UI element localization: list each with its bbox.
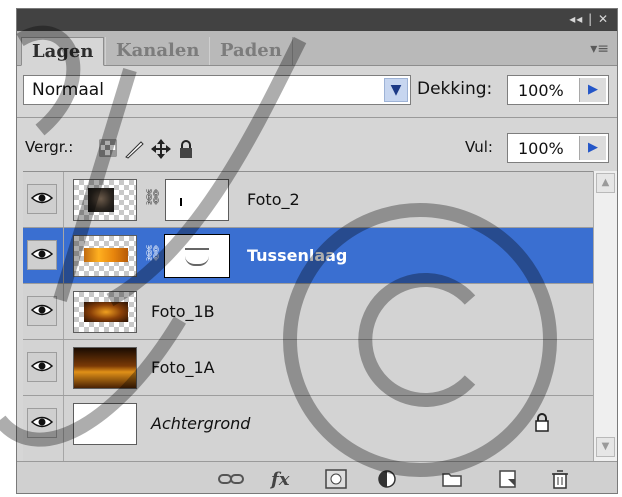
divider bbox=[63, 340, 64, 395]
lock-all-icon[interactable] bbox=[177, 139, 195, 159]
layer-thumbnail[interactable] bbox=[73, 347, 137, 389]
fire-thumbnail-image bbox=[84, 302, 128, 322]
layer-name[interactable]: Tussenlaag bbox=[247, 246, 347, 265]
divider bbox=[63, 172, 64, 227]
portrait-thumbnail-image bbox=[88, 188, 114, 212]
panel-menu-button[interactable]: ▾≡ bbox=[590, 41, 609, 57]
adjustment-layer-icon[interactable] bbox=[377, 469, 401, 489]
layers-scrollbar[interactable]: ▲ ▼ bbox=[593, 171, 617, 461]
visibility-eye-icon[interactable] bbox=[27, 184, 57, 214]
mask-mark bbox=[180, 198, 182, 206]
layer-thumbnail[interactable] bbox=[73, 403, 137, 445]
blend-mode-select[interactable]: Normaal ▼ bbox=[23, 75, 411, 105]
fill-value: 100% bbox=[518, 139, 564, 158]
opacity-field[interactable]: 100% ▶ bbox=[507, 75, 609, 105]
new-layer-icon[interactable] bbox=[497, 469, 519, 489]
layer-name[interactable]: Achtergrond bbox=[151, 414, 250, 433]
layer-mask-thumbnail[interactable] bbox=[165, 179, 229, 221]
divider bbox=[17, 117, 617, 118]
scroll-down-icon[interactable]: ▼ bbox=[596, 437, 615, 457]
mask-link-chain-icon[interactable]: ⛓ bbox=[143, 188, 162, 206]
divider bbox=[63, 396, 64, 462]
layers-bottom-toolbar: fx bbox=[17, 461, 617, 493]
chevron-down-icon[interactable]: ▼ bbox=[384, 78, 408, 102]
layer-row-foto-1a[interactable]: Foto_1A bbox=[23, 340, 593, 396]
tab-paden[interactable]: Paden bbox=[209, 37, 293, 65]
layer-mask-thumbnail[interactable] bbox=[164, 234, 230, 278]
layer-thumbnail[interactable] bbox=[73, 235, 137, 277]
new-group-icon[interactable] bbox=[441, 469, 463, 489]
lock-transparency-icon[interactable] bbox=[99, 139, 117, 157]
visibility-eye-icon[interactable] bbox=[27, 240, 57, 270]
layer-thumbnail[interactable] bbox=[73, 179, 137, 221]
opacity-label: Dekking: bbox=[417, 79, 493, 99]
layer-lock-icon bbox=[535, 413, 549, 432]
tab-lagen[interactable]: Lagen bbox=[21, 37, 105, 66]
layer-name[interactable]: Foto_1A bbox=[151, 358, 215, 377]
opacity-value: 100% bbox=[518, 81, 564, 100]
fill-slider-arrow-icon[interactable]: ▶ bbox=[579, 136, 606, 160]
visibility-eye-icon[interactable] bbox=[27, 408, 57, 438]
layer-thumbnail[interactable] bbox=[73, 291, 137, 333]
link-layers-icon[interactable] bbox=[217, 469, 247, 489]
divider bbox=[63, 228, 64, 283]
layer-name[interactable]: Foto_2 bbox=[247, 190, 300, 209]
layer-row-achtergrond[interactable]: Achtergrond bbox=[23, 396, 593, 462]
mask-link-chain-icon[interactable]: ⛓ bbox=[143, 244, 162, 262]
collapse-close-controls[interactable]: ◂◂ | ✕ bbox=[569, 12, 609, 26]
layer-name[interactable]: Foto_1B bbox=[151, 302, 215, 321]
panel-tabbar: Lagen Kanalen Paden ▾≡ bbox=[17, 31, 617, 66]
delete-layer-icon[interactable] bbox=[549, 469, 571, 489]
lock-pixels-brush-icon[interactable] bbox=[123, 139, 145, 159]
scroll-up-icon[interactable]: ▲ bbox=[596, 173, 615, 193]
layer-row-foto-1b[interactable]: Foto_1B bbox=[23, 284, 593, 340]
layers-panel: ◂◂ | ✕ Lagen Kanalen Paden ▾≡ Normaal ▼ … bbox=[16, 8, 618, 494]
fill-label: Vul: bbox=[465, 138, 493, 156]
divider bbox=[63, 284, 64, 339]
lock-position-move-icon[interactable] bbox=[151, 139, 171, 159]
add-mask-icon[interactable] bbox=[325, 469, 347, 489]
layer-row-foto-2[interactable]: ⛓ Foto_2 bbox=[23, 172, 593, 228]
blend-mode-value: Normaal bbox=[32, 80, 104, 100]
tab-kanalen[interactable]: Kanalen bbox=[105, 37, 211, 65]
lock-label: Vergr.: bbox=[25, 138, 74, 156]
mask-shape bbox=[185, 248, 209, 266]
fx-icon[interactable]: fx bbox=[271, 469, 289, 490]
visibility-eye-icon[interactable] bbox=[27, 352, 57, 382]
layers-list: ⛓ Foto_2 ⛓ Tussenlaag Foto_1B Foto_1A Ac… bbox=[23, 171, 593, 462]
opacity-slider-arrow-icon[interactable]: ▶ bbox=[579, 78, 606, 102]
fill-field[interactable]: 100% ▶ bbox=[507, 133, 609, 163]
layer-row-tussenlaag[interactable]: ⛓ Tussenlaag bbox=[23, 228, 593, 284]
panel-titlebar: ◂◂ | ✕ bbox=[17, 9, 617, 31]
visibility-eye-icon[interactable] bbox=[27, 296, 57, 326]
fire-thumbnail-image bbox=[84, 248, 128, 262]
